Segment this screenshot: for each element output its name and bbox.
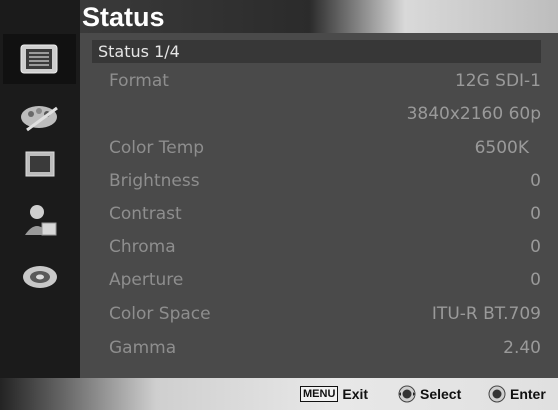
push-knob-icon [488,385,506,403]
row-label: Color Space [109,304,211,324]
row-label: Brightness [109,171,200,191]
status-row: Color Temp 6500K [92,134,541,162]
system-disc-icon [22,266,57,288]
row-label: Gamma [109,338,177,358]
color-palette-icon [20,106,58,132]
row-label: Aperture [109,270,184,290]
osd-screen: Status Status 1/4 Format 12G SDI-1 3840x… [0,0,558,410]
exit-label: Exit [342,386,369,402]
select-hint[interactable]: Select [398,384,461,404]
status-row: 3840x2160 60p [92,100,541,128]
row-value: 0 [530,204,541,224]
row-value: 0 [530,171,541,191]
status-icon [20,44,57,74]
status-row: Chroma 0 [92,233,541,261]
select-label: Select [420,386,462,402]
row-value: 3840x2160 60p [406,104,541,124]
row-label: Contrast [109,204,182,224]
status-row: Gamma 2.40 [92,334,541,362]
row-value: 2.40 [503,338,541,358]
sidebar-item-color[interactable] [3,92,76,142]
status-row: Format 12G SDI-1 [92,67,541,95]
status-row: Aperture 0 [92,266,541,294]
title-bar: Status [80,0,558,33]
row-value: 6500K [474,138,529,158]
row-value: 0 [530,270,541,290]
row-value: ITU-R BT.709 [431,304,541,324]
sidebar-item-system[interactable] [3,252,76,302]
user-setup-icon [24,205,56,236]
page-title: Status [82,2,165,32]
row-value: 0 [530,237,541,257]
row-label: Color Temp [109,138,205,158]
display-icon [25,151,54,177]
page-header: Status 1/4 [92,40,541,63]
enter-label: Enter [510,386,546,402]
menu-key-icon: MENU [300,386,339,402]
status-row: Brightness 0 [92,167,541,195]
row-label: Chroma [109,237,176,257]
exit-hint[interactable]: MENU Exit [300,384,368,404]
sidebar-item-user[interactable] [3,196,76,246]
status-row: Contrast 0 [92,200,541,228]
status-row: Color Space ITU-R BT.709 [92,300,541,328]
sidebar-item-display[interactable] [3,140,76,190]
enter-hint[interactable]: Enter [488,384,546,404]
sidebar-item-status[interactable] [3,34,76,84]
row-value: 12G SDI-1 [454,71,541,91]
rotary-knob-icon [398,385,416,403]
page-indicator: Status 1/4 [98,42,180,61]
sidebar [0,0,80,378]
row-label: Format [109,71,169,91]
footer-bar: MENU Exit Select Enter [0,378,558,410]
